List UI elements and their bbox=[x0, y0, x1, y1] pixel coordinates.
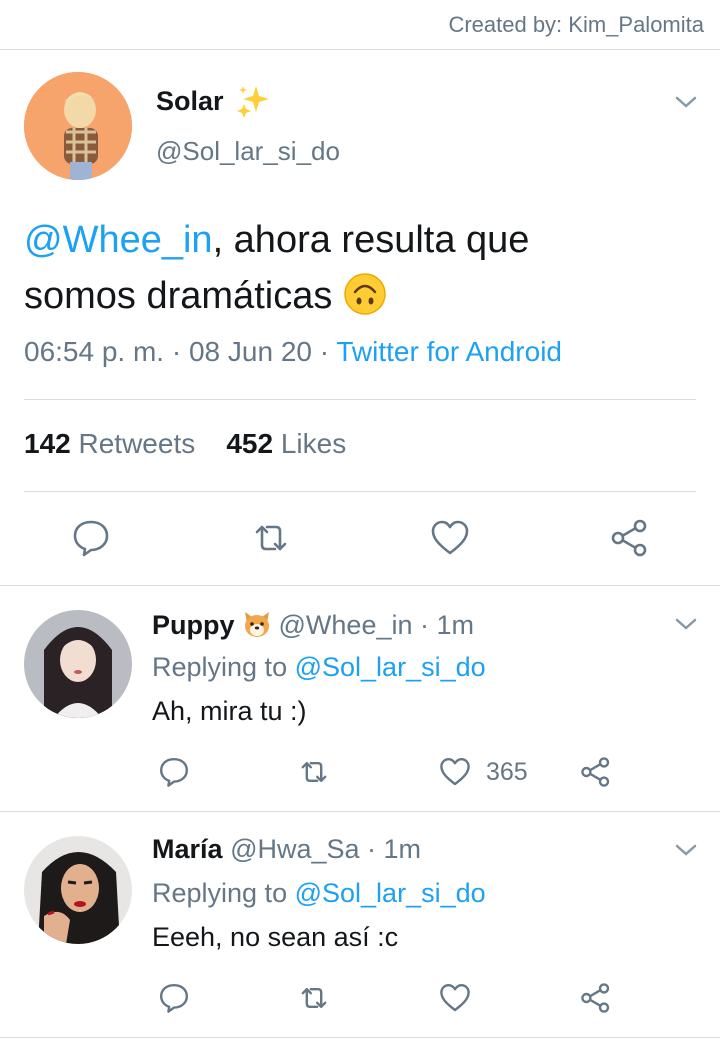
reply-avatar[interactable] bbox=[24, 610, 132, 718]
stats-divider bbox=[24, 491, 696, 492]
reply-author-handle[interactable]: @Hwa_Sa bbox=[230, 834, 359, 864]
tweet-stats: 142 Retweets 452 Likes bbox=[24, 428, 346, 460]
tweet-source-link[interactable]: Twitter for Android bbox=[336, 336, 562, 367]
credit-text: Created by: Kim_Palomita bbox=[448, 12, 704, 37]
dog-face-icon bbox=[244, 612, 269, 637]
likes-stat[interactable]: 452 Likes bbox=[226, 428, 346, 459]
reply-time: · 1m bbox=[367, 834, 422, 864]
main-author-handle[interactable]: @Sol_lar_si_do bbox=[156, 136, 340, 167]
chevron-down-icon[interactable] bbox=[674, 842, 698, 858]
like-icon[interactable] bbox=[439, 982, 471, 1014]
tweet-meta: 06:54 p. m. · 08 Jun 20 · Twitter for An… bbox=[24, 336, 562, 368]
reply-like-count: 365 bbox=[486, 758, 528, 786]
like-icon[interactable] bbox=[439, 756, 471, 788]
retweet-icon[interactable] bbox=[298, 756, 330, 788]
tweet-text-line1: , ahora resulta que bbox=[212, 219, 530, 261]
tweet-text-line2: somos dramáticas bbox=[24, 275, 333, 317]
chevron-down-icon[interactable] bbox=[674, 616, 698, 632]
retweets-label: Retweets bbox=[78, 428, 196, 459]
reply-author-handle[interactable]: @Whee_in bbox=[279, 610, 413, 640]
retweets-count: 142 bbox=[24, 428, 71, 459]
meta-divider bbox=[24, 399, 696, 400]
reply-replying-to: Replying to @Sol_lar_si_do bbox=[152, 652, 486, 683]
like-icon[interactable] bbox=[430, 518, 470, 558]
reply-header: María @Hwa_Sa · 1m bbox=[152, 834, 421, 865]
reply-author-name[interactable]: Puppy bbox=[152, 610, 235, 640]
retweet-icon[interactable] bbox=[298, 982, 330, 1014]
reply-text: Eeeh, no sean así :c bbox=[152, 922, 399, 952]
reply-author-name[interactable]: María bbox=[152, 834, 223, 864]
likes-label: Likes bbox=[280, 428, 347, 459]
share-icon[interactable] bbox=[580, 982, 612, 1014]
replying-to-label: Replying to bbox=[152, 878, 288, 908]
reply-avatar[interactable] bbox=[24, 836, 132, 944]
reply-replying-to: Replying to @Sol_lar_si_do bbox=[152, 878, 486, 909]
reply-icon[interactable] bbox=[158, 756, 190, 788]
main-avatar[interactable] bbox=[24, 72, 132, 180]
chevron-down-icon[interactable] bbox=[674, 94, 698, 110]
reply-icon[interactable] bbox=[158, 982, 190, 1014]
reply-text: Ah, mira tu :) bbox=[152, 696, 307, 726]
main-author-name[interactable]: Solar bbox=[156, 86, 224, 117]
sparkles-icon bbox=[237, 86, 269, 118]
replying-to-link[interactable]: @Sol_lar_si_do bbox=[295, 652, 486, 682]
replying-to-label: Replying to bbox=[152, 652, 288, 682]
tweet-mention-link[interactable]: @Whee_in bbox=[24, 219, 213, 261]
retweets-stat[interactable]: 142 Retweets bbox=[24, 428, 195, 459]
share-icon[interactable] bbox=[580, 756, 612, 788]
top-divider bbox=[0, 49, 720, 50]
bottom-divider bbox=[0, 1037, 720, 1038]
replying-to-link[interactable]: @Sol_lar_si_do bbox=[295, 878, 486, 908]
tweet-text: @Whee_in, ahora resulta que somos dramát… bbox=[24, 212, 684, 324]
reply-divider bbox=[0, 811, 720, 812]
reply-header: Puppy @Whee_in · 1m bbox=[152, 608, 474, 641]
reply-icon[interactable] bbox=[71, 518, 111, 558]
reply-time: · 1m bbox=[420, 610, 475, 640]
tweet-timestamp: 06:54 p. m. · 08 Jun 20 · bbox=[24, 336, 337, 367]
share-icon[interactable] bbox=[610, 518, 650, 558]
main-bottom-divider bbox=[0, 585, 720, 586]
retweet-icon[interactable] bbox=[251, 518, 291, 558]
likes-count: 452 bbox=[226, 428, 274, 459]
upside-down-face-icon bbox=[344, 273, 386, 315]
